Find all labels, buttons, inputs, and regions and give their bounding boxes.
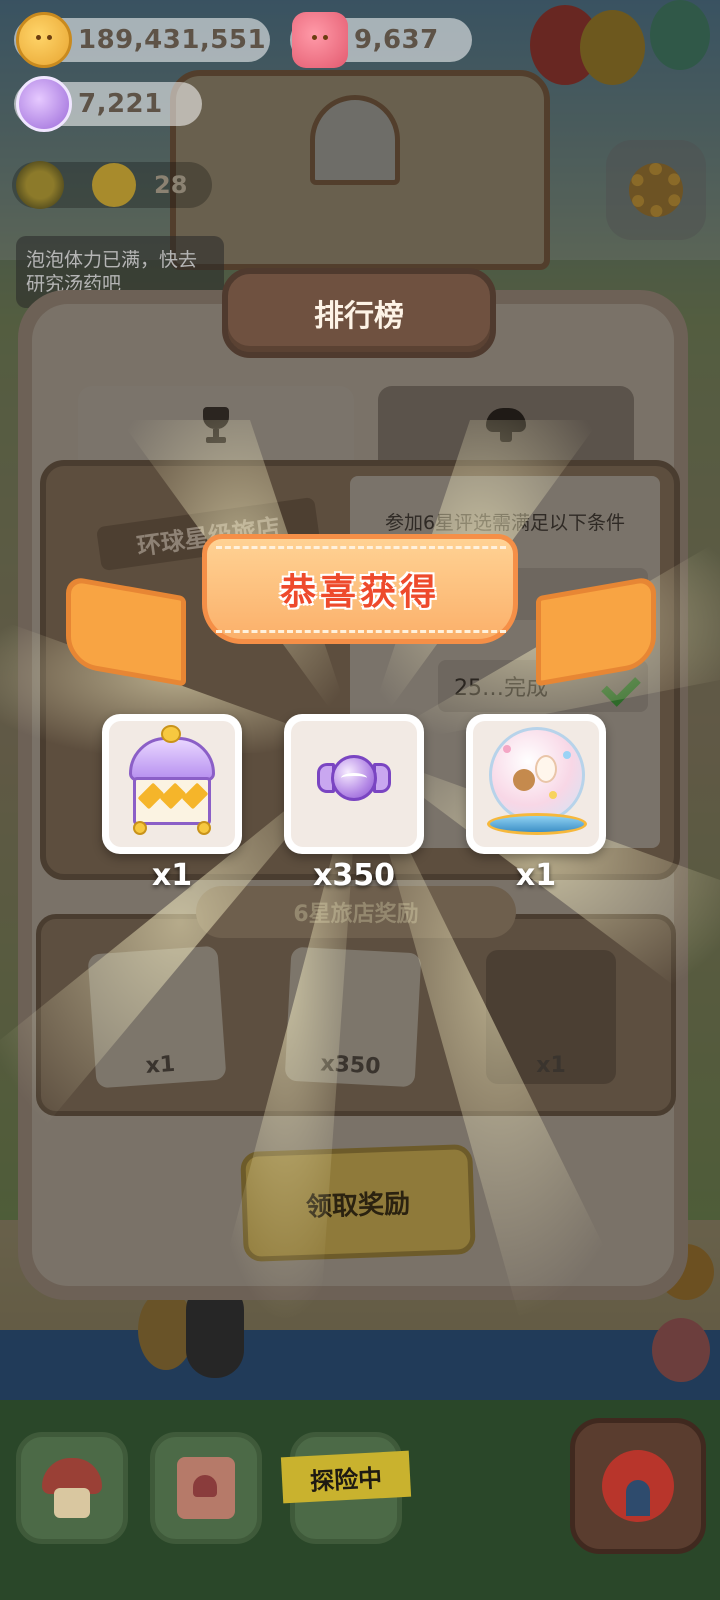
nav-diary-button[interactable] bbox=[150, 1432, 262, 1544]
candy-value: 7,221 bbox=[78, 89, 163, 119]
strip-item-snow-globe: x1 bbox=[486, 950, 616, 1084]
reward-qty: x350 bbox=[313, 858, 395, 893]
reward-card-gift-box bbox=[102, 714, 242, 854]
reward-card-candy bbox=[284, 714, 424, 854]
gems-counter: 9,637 bbox=[290, 12, 472, 68]
trophy-icon bbox=[197, 407, 235, 443]
gems-value: 9,637 bbox=[354, 25, 439, 55]
tab-trophy[interactable] bbox=[78, 386, 354, 464]
candy-icon bbox=[16, 76, 72, 132]
strip-item-gift-box: x1 bbox=[87, 945, 227, 1089]
gift-box-icon bbox=[129, 737, 215, 781]
tab-mushroom[interactable] bbox=[378, 386, 634, 464]
level-value: 28 bbox=[154, 171, 188, 199]
banner-stitch bbox=[216, 546, 506, 549]
sun-icon bbox=[16, 161, 64, 209]
gear-icon bbox=[629, 163, 683, 217]
reward-card-snow-globe bbox=[466, 714, 606, 854]
tent-icon bbox=[602, 1450, 674, 1522]
gem-icon bbox=[292, 12, 348, 68]
candy-counter: 7,221 bbox=[14, 76, 202, 132]
settings-button[interactable] bbox=[606, 140, 706, 240]
strip-count: x350 bbox=[319, 1051, 382, 1080]
mushroom-icon bbox=[486, 408, 526, 442]
claim-reward-button[interactable]: 领取奖励 bbox=[240, 1143, 476, 1263]
coins-value: 189,431,551 bbox=[78, 25, 267, 55]
reward-strip-title: 6星旅店奖励 bbox=[196, 886, 516, 938]
strip-count: x1 bbox=[144, 1051, 176, 1079]
leaderboard-title: 排行榜 bbox=[222, 268, 496, 358]
duck-icon bbox=[92, 163, 136, 207]
coins-counter: 189,431,551 bbox=[14, 12, 270, 68]
reward-qty: x1 bbox=[515, 858, 557, 893]
explore-status-label: 探险中 bbox=[280, 1450, 412, 1504]
reward-qty: x1 bbox=[151, 858, 193, 893]
strip-item-candy: x350 bbox=[284, 946, 422, 1088]
mushroom-house-icon bbox=[42, 1458, 102, 1518]
strip-count: x1 bbox=[536, 1053, 566, 1078]
nav-home-button[interactable] bbox=[16, 1432, 128, 1544]
congrats-banner: 恭喜获得 bbox=[66, 526, 656, 696]
banner-center: 恭喜获得 bbox=[202, 534, 518, 644]
banner-title: 恭喜获得 bbox=[279, 572, 440, 613]
banner-ribbon-right bbox=[536, 575, 656, 687]
level-indicator[interactable]: 28 bbox=[12, 161, 212, 209]
coin-icon bbox=[16, 12, 72, 68]
diary-icon bbox=[177, 1457, 235, 1519]
banner-ribbon-left bbox=[66, 575, 186, 687]
nav-tent-button[interactable] bbox=[570, 1418, 706, 1554]
banner-stitch bbox=[216, 630, 506, 633]
